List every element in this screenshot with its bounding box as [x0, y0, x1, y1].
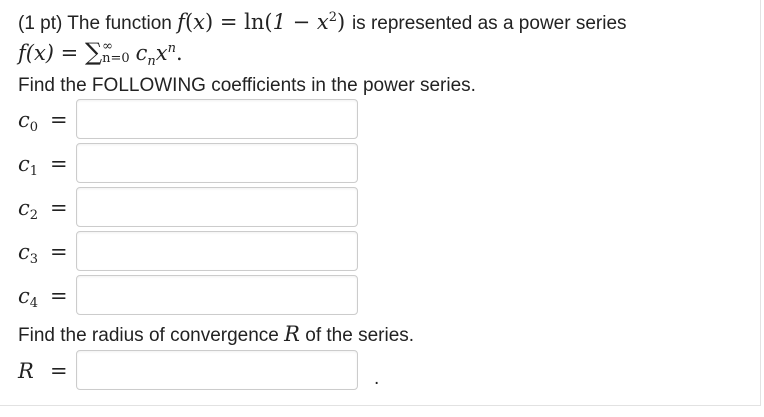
- points-label: (1 pt): [18, 13, 63, 34]
- function-definition: f(x) = ln(1 − x2): [177, 10, 346, 34]
- coefficient-label-c4: c4 =: [18, 284, 68, 311]
- coefficient-row-c1: c1 =: [18, 142, 378, 186]
- radius-trailing-period: .: [374, 368, 380, 389]
- coefficient-row-c4: c4 =: [18, 274, 378, 318]
- radius-label: R =: [18, 359, 68, 383]
- coefficient-row-c2: c2 =: [18, 186, 378, 230]
- coefficient-input-c2[interactable]: [76, 187, 358, 227]
- radius-input[interactable]: [76, 350, 358, 390]
- coefficient-row-c3: c3 =: [18, 230, 378, 274]
- summation-symbol: ∑: [84, 38, 103, 66]
- coefficient-row-c0: c0 =: [18, 98, 378, 142]
- coefficient-label-c2: c2 =: [18, 196, 68, 223]
- power-series-formula: f(x) = ∑ ∞ n=0 cnxn.: [18, 38, 183, 70]
- coefficient-label-c1: c1 =: [18, 152, 68, 179]
- problem-statement-line: (1 pt) The function f(x) = ln(1 − x2) is…: [18, 10, 627, 36]
- coefficients-prompt: Find the FOLLOWING coefficients in the p…: [18, 75, 476, 96]
- radius-row: R =: [18, 349, 378, 393]
- intro-text: The function: [67, 13, 172, 34]
- coefficient-input-c4[interactable]: [76, 275, 358, 315]
- problem-page: (1 pt) The function f(x) = ln(1 − x2) is…: [0, 0, 764, 417]
- radius-prompt: Find the radius of convergence R of the …: [18, 322, 415, 346]
- coefficient-input-c3[interactable]: [76, 231, 358, 271]
- coefficient-label-c3: c3 =: [18, 240, 68, 267]
- represented-text: is represented as a power series: [351, 13, 627, 34]
- coefficient-input-c1[interactable]: [76, 143, 358, 183]
- coefficient-input-c0[interactable]: [76, 99, 358, 139]
- coefficient-label-c0: c0 =: [18, 108, 68, 135]
- radius-symbol: R: [284, 322, 300, 346]
